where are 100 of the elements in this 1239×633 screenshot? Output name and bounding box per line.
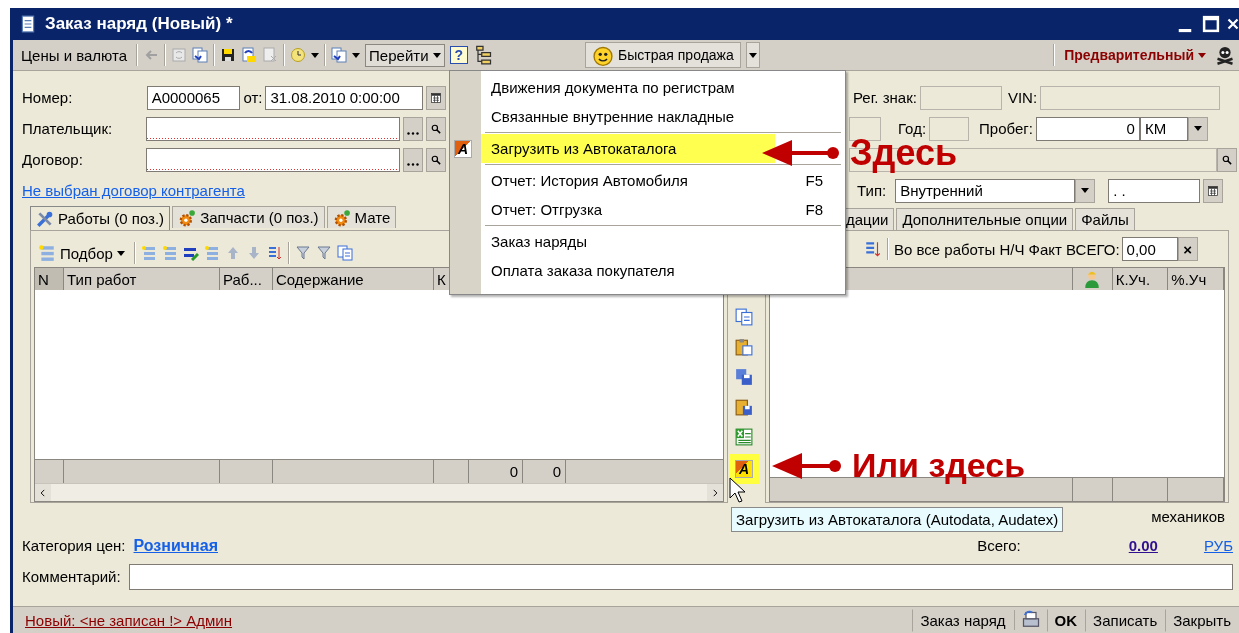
sort-icon[interactable]	[266, 245, 283, 261]
field-label: Пробег:	[979, 120, 1033, 137]
window-title: Заказ наряд (Новый) *	[45, 14, 234, 34]
tab[interactable]: Дополнительные опции	[896, 208, 1074, 230]
search-button[interactable]	[426, 116, 446, 141]
search-button[interactable]	[426, 147, 446, 172]
payer-field[interactable]	[145, 116, 401, 141]
field-label: Всего:	[977, 537, 1021, 554]
spreadsheet-icon[interactable]	[735, 428, 753, 446]
field-label: Комментарий:	[22, 568, 121, 585]
goto-menu-button[interactable]: Перейти	[365, 43, 445, 67]
smiley-icon	[592, 44, 615, 66]
footer-button[interactable]: OK	[1046, 608, 1086, 632]
text-field[interactable]	[849, 116, 881, 141]
caret-icon[interactable]	[311, 52, 320, 58]
clear-button[interactable]: ×	[1177, 237, 1198, 261]
footer-button[interactable]: Закрыть	[1165, 608, 1239, 632]
filter-icon[interactable]	[315, 245, 332, 261]
quick-sale-button[interactable]: Быстрая продажа	[585, 42, 741, 68]
status-dropdown[interactable]: Предварительный	[1060, 44, 1210, 66]
contract-link[interactable]: Не выбран договор контрагента	[22, 182, 245, 199]
documents-arrow-icon[interactable]	[192, 47, 209, 63]
year-field[interactable]	[929, 116, 970, 141]
annotation-text: Или здесь	[852, 446, 1026, 485]
sort-icon[interactable]	[864, 240, 882, 258]
search-button[interactable]	[1217, 147, 1237, 172]
tab[interactable]: Файлы	[1075, 208, 1135, 230]
calendar-button[interactable]	[426, 85, 446, 110]
calendar-icon	[1207, 184, 1220, 197]
number-field[interactable]: А0000065	[146, 85, 241, 110]
tab[interactable]: Мате	[326, 206, 397, 228]
search-icon	[430, 122, 443, 135]
document-arrow-icon[interactable]	[241, 47, 258, 63]
menu-item[interactable]: Отчет: История Автомобиля F5	[481, 166, 845, 195]
field-label: Договор:	[22, 151, 84, 168]
column-header[interactable]: %.Уч	[1168, 268, 1224, 290]
menu-item[interactable]: Оплата заказа покупателя	[481, 256, 845, 285]
document-status-link[interactable]: Новый: <не записан !> Админ	[25, 611, 233, 629]
date-field[interactable]: . .	[1108, 178, 1201, 203]
maximize-icon[interactable]	[1201, 14, 1221, 34]
pick-button[interactable]: Подбор	[34, 241, 129, 265]
column-header[interactable]: Раб...	[220, 268, 273, 290]
calendar-icon	[430, 91, 443, 104]
price-category-link[interactable]: Розничная	[133, 536, 218, 555]
tree-icon[interactable]	[473, 45, 494, 65]
select-button[interactable]	[403, 116, 424, 141]
copy-icon[interactable]	[336, 245, 353, 261]
scroll-left-icon[interactable]	[38, 487, 48, 498]
comment-field[interactable]	[128, 563, 1233, 590]
hours-field[interactable]: 0,00	[1121, 237, 1178, 261]
field-label: Рег. знак:	[853, 89, 917, 106]
gear-icon	[178, 208, 197, 227]
prices-button[interactable]: Цены и валюта	[17, 43, 132, 67]
caret-icon[interactable]	[352, 52, 361, 58]
date-field[interactable]: 31.08.2010 0:00:00	[265, 85, 424, 110]
printer-icon[interactable]	[1020, 610, 1041, 630]
copy-icon[interactable]	[735, 308, 753, 326]
save-icon[interactable]	[220, 47, 237, 63]
select-button[interactable]	[403, 147, 424, 172]
field-label: Тип:	[857, 182, 887, 199]
search-icon	[430, 153, 443, 166]
unit-field[interactable]: КМ	[1139, 116, 1188, 141]
tab[interactable]: Работы (0 поз.)	[30, 206, 171, 230]
menu-item[interactable]: Заказ наряды	[481, 227, 845, 256]
filter-icon[interactable]	[294, 245, 311, 261]
calendar-button[interactable]	[1203, 178, 1224, 203]
tab[interactable]: Запчасти (0 поз.)	[172, 206, 325, 228]
column-header[interactable]: К.Уч.	[1112, 268, 1169, 290]
column-header[interactable]: N	[35, 268, 64, 290]
mechanics-label: механиков	[1151, 508, 1225, 525]
save-all-icon[interactable]	[735, 368, 753, 386]
footer-button[interactable]: Заказ наряд	[912, 608, 1014, 632]
scroll-right-icon[interactable]	[710, 487, 720, 498]
tooltip: Загрузить из Автокаталога (Autodata, Audatex)	[731, 507, 1064, 532]
menu-item[interactable]: Движения документа по регистрам	[481, 73, 845, 102]
help-button[interactable]: ?	[449, 46, 469, 64]
vin-field[interactable]	[1040, 85, 1221, 110]
column-header[interactable]: Тип работ	[64, 268, 220, 290]
skull-icon[interactable]	[1215, 45, 1235, 65]
horizontal-scrollbar[interactable]	[35, 483, 723, 501]
currency-link[interactable]: РУБ	[1203, 537, 1233, 554]
dropdown-button[interactable]	[1187, 116, 1208, 141]
column-header[interactable]: Содержание	[273, 268, 434, 290]
menu-item[interactable]: Связанные внутренние накладные	[481, 102, 845, 131]
contract-field[interactable]	[145, 147, 401, 172]
footer-button[interactable]: Записать	[1085, 608, 1166, 632]
quick-sale-dropdown[interactable]	[745, 42, 760, 68]
paste-save-icon[interactable]	[735, 398, 753, 416]
field-label: Во все работы Н/Ч Факт ВСЕГО:	[894, 240, 1120, 258]
total-amount[interactable]: 0.00	[1128, 537, 1158, 554]
paste-icon[interactable]	[735, 338, 753, 356]
list-pencil-icon[interactable]	[182, 245, 199, 261]
dropdown-button[interactable]	[1075, 178, 1096, 203]
arrow-icon	[772, 450, 842, 481]
documents-arrow-icon[interactable]	[331, 47, 348, 63]
mileage-field[interactable]: 0	[1035, 116, 1140, 141]
field-label: от:	[243, 89, 263, 106]
type-field[interactable]: Внутренний	[895, 178, 1076, 203]
document-icon	[19, 15, 37, 33]
plate-field[interactable]	[919, 85, 1002, 110]
